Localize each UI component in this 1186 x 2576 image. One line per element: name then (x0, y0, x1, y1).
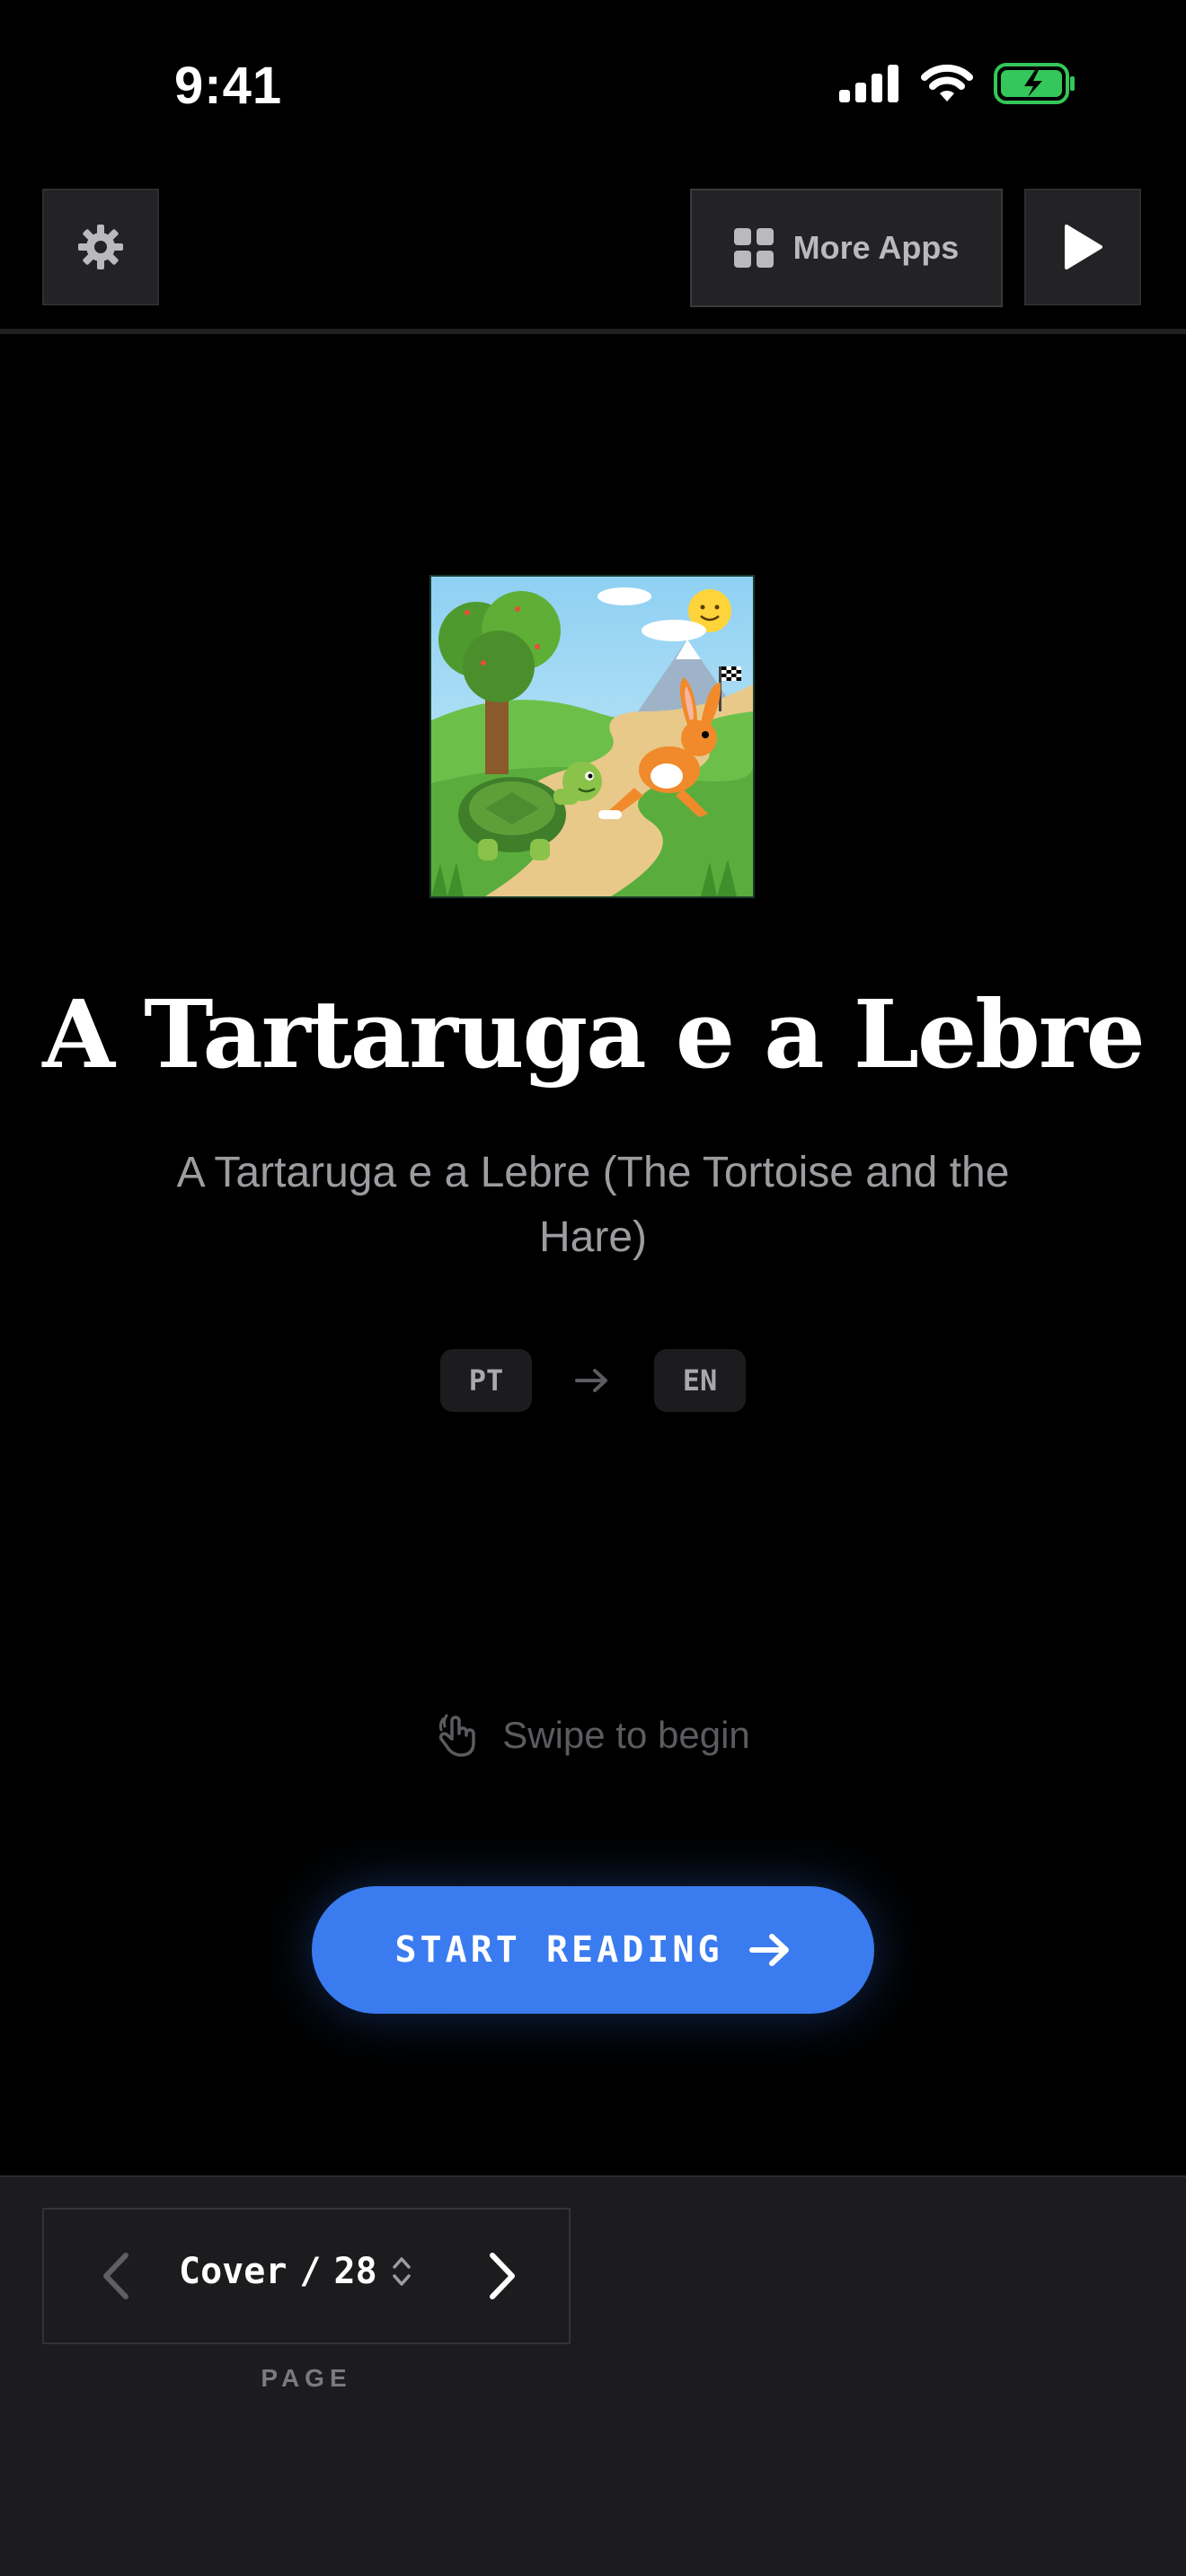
start-reading-button[interactable]: START READING (312, 1886, 874, 2014)
arrow-right-icon (575, 1369, 607, 1392)
top-bar (0, 171, 1186, 334)
next-page-button[interactable] (475, 2244, 529, 2308)
book-title: A Tartaruga e a Lebre (42, 979, 1146, 1090)
page-caption: PAGE (261, 2364, 352, 2392)
sort-updown-icon (392, 2257, 411, 2286)
previous-page-button[interactable] (89, 2244, 143, 2308)
arrow-right-icon (748, 1934, 789, 1966)
chevron-left-icon (103, 2253, 128, 2299)
start-reading-label: START READING (394, 1929, 723, 1971)
more-apps-label: More Apps (792, 229, 960, 266)
top-divider (0, 329, 1186, 334)
signal-icon (839, 65, 898, 102)
status-icons (839, 63, 1076, 104)
gear-icon (78, 225, 123, 269)
more-apps-button[interactable]: More Apps (690, 189, 1003, 307)
book-subtitle: A Tartaruga e a Lebre (The Tortoise and … (176, 1149, 1010, 1261)
grid-icon (733, 228, 774, 268)
source-language-badge: PT (440, 1349, 532, 1412)
settings-button[interactable] (42, 189, 159, 305)
hand-swipe-icon (439, 1714, 475, 1757)
page-separator: / (299, 2251, 322, 2292)
swipe-hint-label: Swipe to begin (502, 1714, 750, 1756)
wifi-icon (921, 64, 973, 101)
chevron-right-icon (490, 2253, 515, 2299)
total-pages: 28 (333, 2251, 377, 2292)
swipe-hint: Swipe to begin (0, 1712, 1186, 1759)
cover-image (429, 575, 755, 898)
page-selector[interactable]: Cover / 28 (179, 2251, 413, 2292)
play-button[interactable] (1024, 189, 1141, 305)
status-time: 9:41 (174, 57, 283, 115)
current-page: Cover (179, 2251, 288, 2292)
battery-icon (994, 63, 1075, 104)
language-pair: PT EN (0, 1349, 1186, 1412)
play-icon (1065, 225, 1102, 269)
status-bar: 9:41 (0, 0, 1186, 171)
page-navigator: Cover / 28 (42, 2208, 571, 2344)
target-language-badge: EN (654, 1349, 746, 1412)
